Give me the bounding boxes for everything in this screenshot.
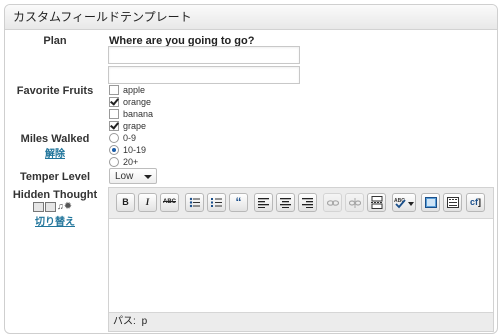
miles-option-0-9[interactable]: 0-9 bbox=[109, 132, 136, 144]
media-buttons: ♫✹ bbox=[33, 202, 72, 212]
kitchen-sink-icon[interactable] bbox=[443, 193, 462, 212]
status-path-element[interactable]: p bbox=[142, 316, 148, 327]
apple-checkbox[interactable] bbox=[109, 84, 119, 95]
strikethrough-icon[interactable]: ABC bbox=[160, 193, 179, 212]
favorite-fruits-label: Favorite Fruits bbox=[16, 85, 94, 97]
miles-radio-10-19[interactable] bbox=[109, 144, 119, 155]
align-center-icon[interactable] bbox=[276, 193, 295, 212]
cft-icon[interactable]: cf] bbox=[466, 193, 485, 212]
grape-checkbox[interactable] bbox=[109, 120, 119, 131]
plan-label: Plan bbox=[43, 35, 67, 47]
chevron-down-icon bbox=[144, 175, 152, 179]
spellcheck-icon[interactable]: ABC bbox=[392, 193, 416, 212]
add-video-icon[interactable] bbox=[45, 202, 56, 212]
miles-option-10-19[interactable]: 10-19 bbox=[109, 144, 146, 156]
bold-icon[interactable]: B bbox=[116, 193, 135, 212]
add-image-icon[interactable] bbox=[33, 202, 44, 212]
miles-option-20-plus[interactable]: 20+ bbox=[109, 156, 138, 168]
temper-level-select[interactable]: Low bbox=[109, 168, 157, 184]
plan-input-2[interactable] bbox=[108, 66, 300, 84]
temper-level-value: Low bbox=[115, 171, 134, 182]
fruit-option-grape[interactable]: grape bbox=[109, 120, 146, 132]
insert-more-icon[interactable] bbox=[367, 193, 386, 212]
fruit-option-orange[interactable]: orange bbox=[109, 96, 151, 108]
fruit-option-apple[interactable]: apple bbox=[109, 84, 145, 96]
hidden-thought-label: Hidden Thought bbox=[12, 189, 98, 201]
editor-status-bar: パス: p bbox=[109, 312, 493, 331]
editor-content-area[interactable] bbox=[109, 219, 493, 312]
miles-walked-label: Miles Walked bbox=[20, 133, 90, 145]
panel-title: カスタムフィールドテンプレート bbox=[5, 5, 497, 30]
bulleted-list-icon[interactable] bbox=[185, 193, 204, 212]
temper-level-label: Temper Level bbox=[19, 171, 91, 183]
fruit-option-banana[interactable]: banana bbox=[109, 108, 153, 120]
plan-input-1[interactable] bbox=[108, 46, 300, 64]
add-audio-icon[interactable]: ♫ bbox=[57, 202, 64, 211]
blockquote-icon[interactable]: “ bbox=[229, 193, 248, 212]
toggle-editor-link[interactable]: 切り替え bbox=[7, 213, 103, 228]
italic-icon[interactable]: I bbox=[138, 193, 157, 212]
link-icon[interactable] bbox=[323, 193, 342, 212]
miles-radio-20-plus[interactable] bbox=[109, 156, 119, 167]
hidden-thought-editor: B I ABC “ ABC cf] パス: p bbox=[108, 187, 494, 332]
numbered-list-icon[interactable] bbox=[207, 193, 226, 212]
miles-radio-0-9[interactable] bbox=[109, 132, 119, 143]
banana-checkbox[interactable] bbox=[109, 108, 119, 119]
editor-toolbar: B I ABC “ ABC cf] bbox=[109, 188, 493, 219]
align-right-icon[interactable] bbox=[298, 193, 317, 212]
unlink-icon[interactable] bbox=[345, 193, 364, 212]
custom-field-template-panel: カスタムフィールドテンプレート Plan Where are you going… bbox=[4, 4, 498, 334]
add-media-icon[interactable]: ✹ bbox=[64, 202, 72, 212]
miles-reset-link[interactable]: 解除 bbox=[7, 145, 103, 160]
align-left-icon[interactable] bbox=[254, 193, 273, 212]
status-path-label: パス: bbox=[113, 316, 136, 327]
fullscreen-icon[interactable] bbox=[421, 193, 440, 212]
orange-checkbox[interactable] bbox=[109, 96, 119, 107]
